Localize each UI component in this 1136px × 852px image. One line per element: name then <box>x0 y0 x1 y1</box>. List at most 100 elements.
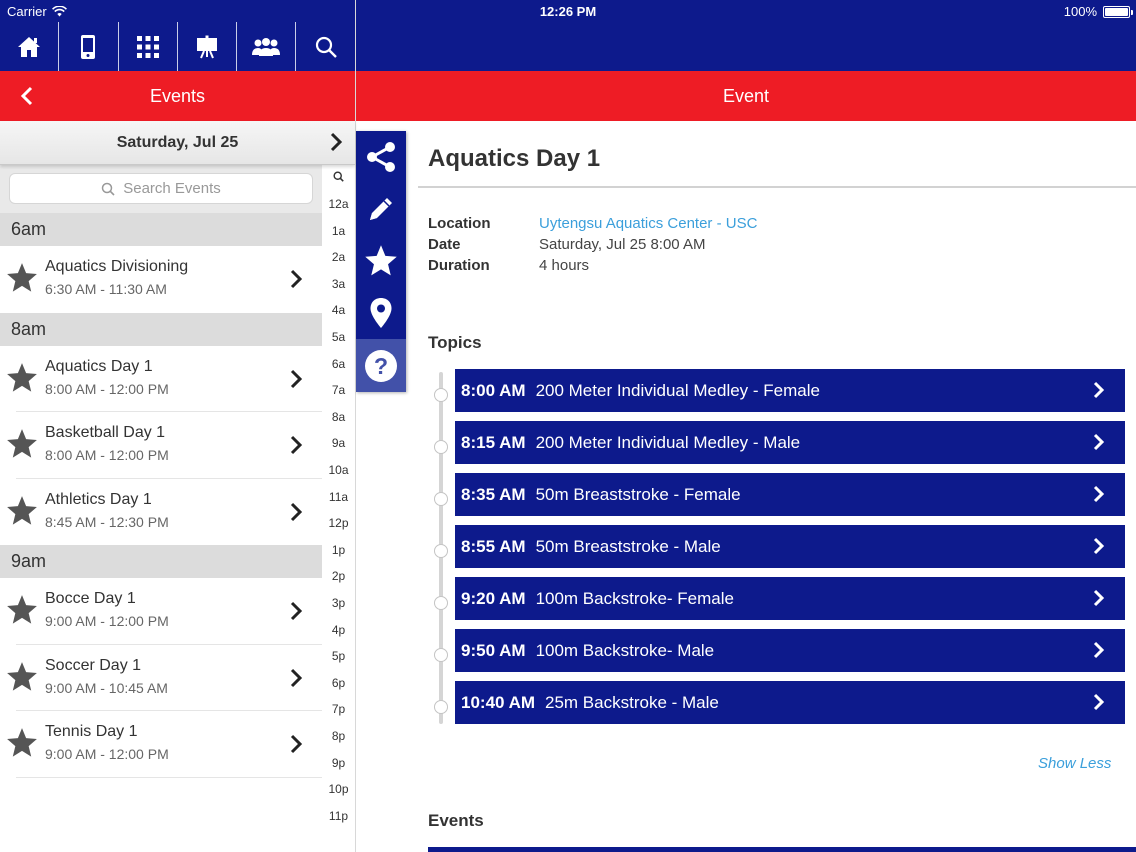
hour-index-item[interactable]: 7a <box>322 383 355 397</box>
chevron-right-icon <box>1093 693 1105 711</box>
back-button[interactable] <box>14 83 40 109</box>
hour-index-item[interactable]: 9a <box>322 436 355 450</box>
chevron-right-icon <box>290 502 303 521</box>
share-button[interactable] <box>356 131 406 183</box>
star-icon[interactable] <box>5 261 39 295</box>
hour-index-item[interactable]: 8a <box>322 410 355 424</box>
list-item[interactable]: Athletics Day 1 8:45 AM - 12:30 PM <box>0 478 322 545</box>
hour-index-item[interactable]: 6p <box>322 676 355 690</box>
section-header: 8am <box>0 312 322 346</box>
list-item[interactable]: Bocce Day 1 9:00 AM - 12:00 PM <box>0 578 322 645</box>
grid-icon[interactable] <box>119 22 178 71</box>
index-search-icon[interactable] <box>333 171 344 182</box>
hour-index-item[interactable]: 12p <box>322 516 355 530</box>
events-heading: Events <box>428 811 484 830</box>
help-button[interactable]: ? <box>356 339 406 392</box>
hour-index-item[interactable]: 10p <box>322 782 355 796</box>
list-item[interactable]: Aquatics Divisioning 6:30 AM - 11:30 AM <box>0 246 322 313</box>
search-icon[interactable] <box>296 22 355 71</box>
hour-index-item[interactable]: 1a <box>322 224 355 238</box>
list-item[interactable]: Tennis Day 1 9:00 AM - 12:00 PM <box>0 711 322 778</box>
topic-time: 10:40 AM <box>461 692 536 712</box>
next-day-button[interactable] <box>329 131 343 158</box>
topic-item[interactable]: 8:00 AM 200 Meter Individual Medley - Fem… <box>455 369 1125 412</box>
hour-index-item[interactable]: 6a <box>322 357 355 371</box>
date-bar: Saturday, Jul 25 <box>0 121 355 165</box>
favorite-button[interactable] <box>356 235 406 287</box>
hour-index-item[interactable]: 2a <box>322 250 355 264</box>
hour-index-item[interactable]: 9p <box>322 756 355 770</box>
hour-index-item[interactable]: 2p <box>322 569 355 583</box>
hour-index-item[interactable]: 10a <box>322 463 355 477</box>
chevron-right-icon <box>290 269 303 289</box>
event-time: 9:00 AM - 12:00 PM <box>45 613 169 629</box>
hour-index-item[interactable]: 3p <box>322 596 355 610</box>
event-title: Aquatics Day 1 <box>428 145 601 172</box>
hour-index-item[interactable]: 1p <box>322 543 355 557</box>
star-icon[interactable] <box>5 494 39 528</box>
carrier-label: Carrier <box>7 4 47 19</box>
hour-index-item[interactable]: 11p <box>322 809 355 823</box>
star-icon[interactable] <box>5 593 39 627</box>
hour-index-item[interactable]: 8p <box>322 729 355 743</box>
events-list-item[interactable] <box>428 847 1136 852</box>
location-link[interactable]: Uytengsu Aquatics Center - USC <box>539 215 757 232</box>
status-bar: Carrier 12:26 PM 100% <box>0 0 1136 22</box>
timeline-dot <box>434 700 448 714</box>
star-icon[interactable] <box>5 361 39 395</box>
topic-time: 8:00 AM <box>461 380 526 400</box>
timeline-dot <box>434 648 448 662</box>
timeline-dot <box>434 492 448 506</box>
event-list: 6am Aquatics Divisioning 6:30 AM - 11:30… <box>0 213 322 778</box>
list-item[interactable]: Aquatics Day 1 8:00 AM - 12:00 PM <box>0 345 322 412</box>
event-title: Aquatics Divisioning <box>45 258 189 275</box>
events-header: Events <box>0 71 355 121</box>
topic-time: 8:15 AM <box>461 432 526 452</box>
chevron-left-icon <box>20 86 33 106</box>
date-label: Date <box>428 236 461 253</box>
star-icon[interactable] <box>5 427 39 461</box>
map-button[interactable] <box>356 287 406 339</box>
hour-index-item[interactable]: 12a <box>322 197 355 211</box>
phone-icon[interactable] <box>59 22 119 71</box>
topic-item[interactable]: 9:50 AM 100m Backstroke- Male <box>455 629 1125 672</box>
hour-index-item[interactable]: 5a <box>322 330 355 344</box>
topic-item[interactable]: 8:15 AM 200 Meter Individual Medley - Mal… <box>455 421 1125 464</box>
star-icon[interactable] <box>5 660 39 694</box>
event-header: Event <box>356 71 1136 121</box>
edit-button[interactable] <box>356 183 406 235</box>
header-title: Event <box>722 85 770 106</box>
event-time: 9:00 AM - 12:00 PM <box>45 746 169 762</box>
topic-name: 50m Breaststroke - Female <box>535 484 741 504</box>
hour-index-item[interactable]: 4a <box>322 303 355 317</box>
topic-item[interactable]: 9:20 AM 100m Backstroke- Female <box>455 577 1125 620</box>
hour-index-item[interactable]: 11a <box>322 490 355 504</box>
main-nav <box>0 22 356 71</box>
hour-index-item[interactable]: 5p <box>322 649 355 663</box>
group-icon[interactable] <box>237 22 297 71</box>
easel-icon[interactable] <box>178 22 238 71</box>
chevron-right-icon <box>1093 433 1105 451</box>
topic-time: 8:35 AM <box>461 484 526 504</box>
event-time: 8:00 AM - 12:00 PM <box>45 380 169 397</box>
list-item[interactable]: Soccer Day 1 9:00 AM - 10:45 AM <box>0 644 322 711</box>
home-icon[interactable] <box>0 22 60 71</box>
topic-item[interactable]: 10:40 AM 25m Backstroke - Male <box>455 681 1125 724</box>
section-header: 9am <box>0 545 322 578</box>
star-icon[interactable] <box>5 726 39 760</box>
hour-index: 12a 1a 2a 3a 4a 5a 6a 7a 8a 9a 10a 11a 12p 1p 2p 3p 4p 5p… <box>322 165 355 852</box>
hour-index-item[interactable]: 4p <box>322 623 355 637</box>
list-item[interactable]: Basketball Day 1 8:00 AM - 12:00 PM <box>0 412 322 479</box>
hour-index-item[interactable]: 3a <box>322 277 355 291</box>
topic-name: 200 Meter Individual Medley - Female <box>535 380 820 400</box>
search-input[interactable]: Search Events <box>9 173 313 204</box>
topic-item[interactable]: 8:35 AM 50m Breaststroke - Female <box>455 473 1125 516</box>
search-placeholder: Search Events <box>123 180 221 197</box>
event-title: Basketball Day 1 <box>45 424 166 441</box>
show-less-link[interactable]: Show Less <box>1038 755 1111 772</box>
event-title: Aquatics Day 1 <box>45 357 153 375</box>
chevron-right-icon <box>290 369 303 388</box>
svg-text:?: ? <box>374 353 388 379</box>
hour-index-item[interactable]: 7p <box>322 702 355 716</box>
topic-item[interactable]: 8:55 AM 50m Breaststroke - Male <box>455 525 1125 568</box>
